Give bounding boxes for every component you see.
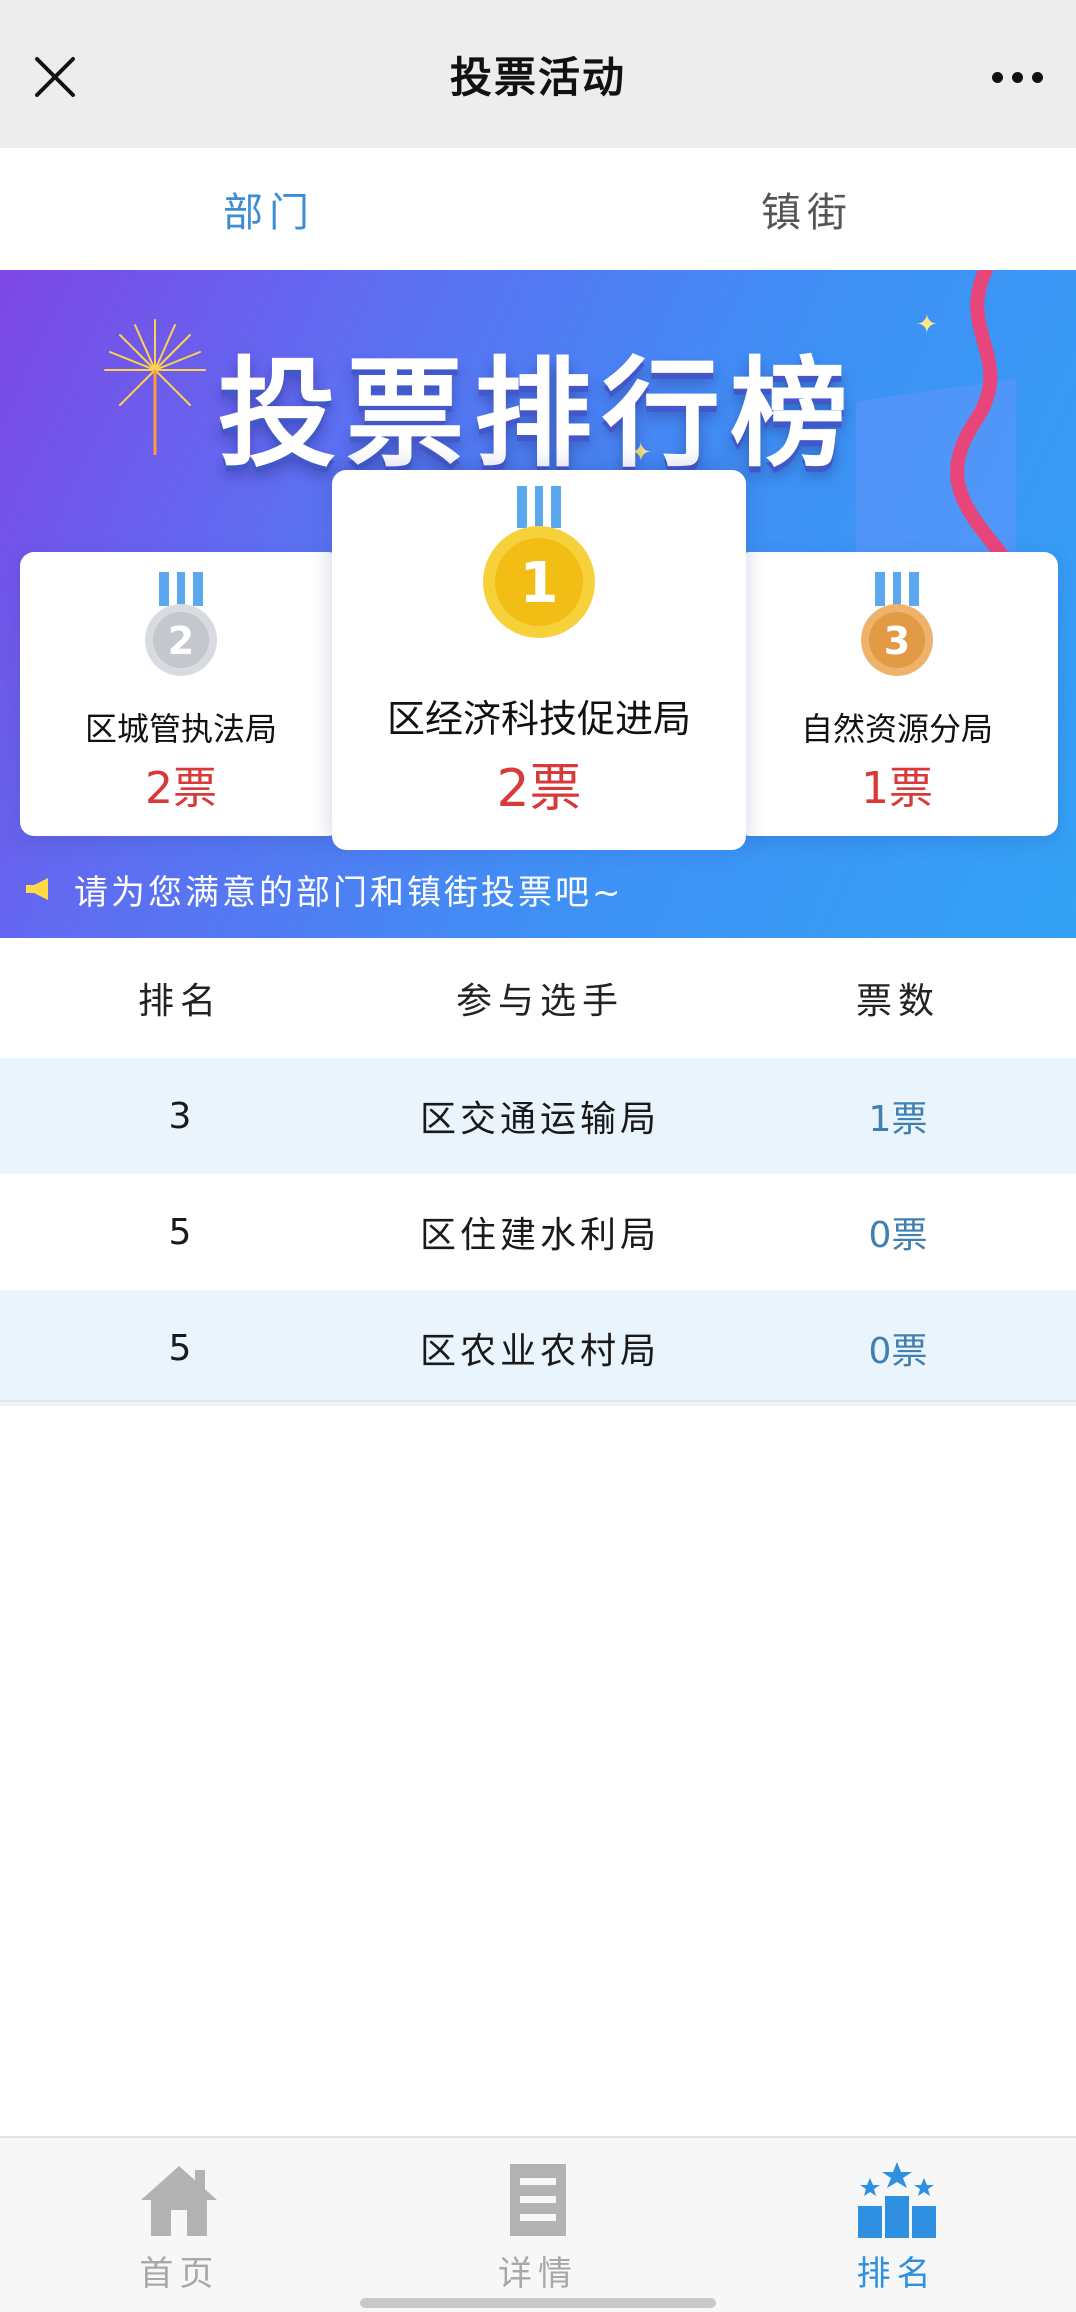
- ranking-banner: ✦ ✦ 投票排行榜 2 区城管执法局 2票 1 区经济科技促进局 2票 3 自然…: [0, 270, 1076, 938]
- bottom-nav-ranking[interactable]: 排名: [717, 2138, 1076, 2312]
- bottom-nav-details-label: 详情: [498, 2254, 578, 2294]
- gold-medal-icon: 1: [483, 486, 595, 638]
- table-row[interactable]: 5 区农业农村局 0票: [0, 1290, 1076, 1406]
- table-divider: [0, 1400, 1076, 1402]
- table-header: 排名 参与选手 票数: [0, 938, 1076, 1058]
- podium-first-name: 区经济科技促进局: [386, 697, 691, 741]
- more-dots-icon[interactable]: [984, 52, 1050, 102]
- svg-text:2: 2: [168, 619, 194, 663]
- row-rank: 5: [168, 1211, 192, 1253]
- details-icon: [510, 2164, 566, 2236]
- podium-second-votes: 2票: [145, 763, 217, 814]
- bottom-nav-home[interactable]: 首页: [0, 2138, 359, 2312]
- home-icon: [141, 2166, 218, 2236]
- bronze-medal-icon: 3: [861, 572, 933, 676]
- bottom-nav-details[interactable]: 详情: [359, 2138, 718, 2312]
- banner-title: 投票排行榜: [217, 345, 858, 483]
- page-title: 投票活动: [449, 52, 626, 102]
- row-votes: 0票: [868, 1331, 928, 1372]
- podium-first-votes: 2票: [496, 759, 582, 819]
- category-tabs: 部门 镇街: [0, 148, 1076, 270]
- svg-text:3: 3: [884, 619, 910, 663]
- table-row[interactable]: 5 区住建水利局 0票: [0, 1174, 1076, 1290]
- bottom-nav: 首页 详情 排名: [0, 2136, 1076, 2312]
- close-icon[interactable]: [22, 44, 88, 110]
- row-rank: 5: [168, 1327, 192, 1369]
- row-name: 区农业农村局: [419, 1331, 660, 1372]
- header-votes: 票数: [855, 981, 940, 1022]
- ranking-icon: [857, 2162, 936, 2238]
- ranking-table: 排名 参与选手 票数 3 区交通运输局 1票 5 区住建水利局 0票 5 区农业…: [0, 938, 1076, 1406]
- table-row[interactable]: 3 区交通运输局 1票: [0, 1058, 1076, 1174]
- bottom-nav-ranking-label: 排名: [856, 2254, 937, 2294]
- silver-medal-icon: 2: [145, 572, 217, 676]
- podium-first[interactable]: 1 区经济科技促进局 2票: [332, 470, 746, 850]
- header-rank: 排名: [137, 981, 222, 1022]
- podium-second[interactable]: 2 区城管执法局 2票: [20, 552, 342, 836]
- vote-notice-text: 请为您满意的部门和镇街投票吧~: [74, 872, 624, 913]
- top-navbar: 投票活动: [0, 0, 1076, 148]
- row-votes: 0票: [868, 1215, 928, 1256]
- home-indicator: [360, 2298, 716, 2308]
- vote-notice: 请为您满意的部门和镇街投票吧~: [24, 862, 624, 916]
- row-name: 区交通运输局: [419, 1099, 660, 1140]
- row-name: 区住建水利局: [419, 1215, 660, 1256]
- podium-third[interactable]: 3 自然资源分局 1票: [736, 552, 1058, 836]
- row-rank: 3: [168, 1095, 192, 1137]
- tab-town-street[interactable]: 镇街: [538, 148, 1076, 270]
- row-votes: 1票: [868, 1099, 928, 1140]
- podium-third-votes: 1票: [861, 763, 933, 814]
- podium-third-name: 自然资源分局: [800, 710, 993, 748]
- podium-second-name: 区城管执法局: [84, 710, 277, 748]
- header-name: 参与选手: [455, 981, 624, 1022]
- bottom-nav-home-label: 首页: [139, 2254, 220, 2294]
- svg-text:1: 1: [520, 551, 559, 616]
- megaphone-icon: [26, 878, 48, 900]
- tab-department[interactable]: 部门: [0, 148, 538, 270]
